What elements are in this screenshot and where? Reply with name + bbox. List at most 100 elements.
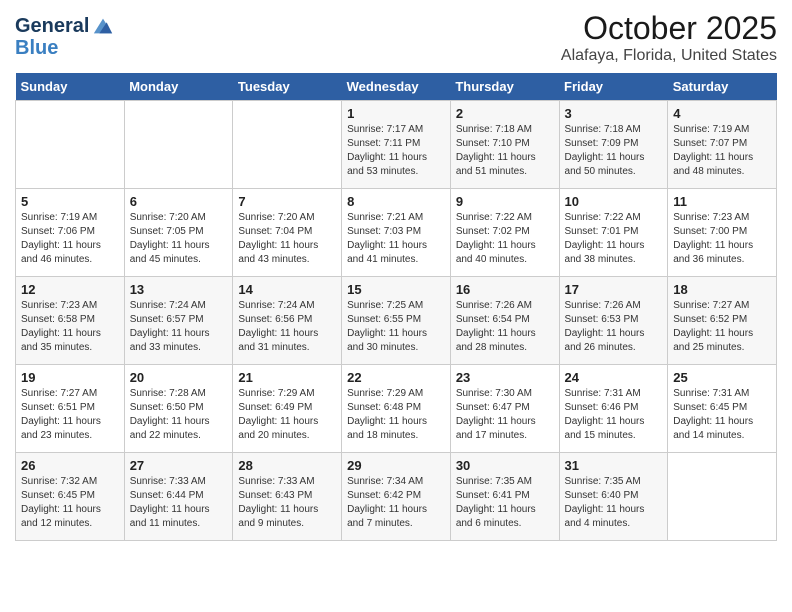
- day-number: 28: [238, 458, 336, 473]
- logo-icon: [92, 15, 114, 37]
- calendar-cell: 6Sunrise: 7:20 AMSunset: 7:05 PMDaylight…: [124, 189, 233, 277]
- day-number: 16: [456, 282, 554, 297]
- day-number: 4: [673, 106, 771, 121]
- day-info: Sunrise: 7:18 AMSunset: 7:09 PMDaylight:…: [565, 123, 663, 179]
- calendar-cell: 11 Sunrise: 7:23 AMSunset: 7:00 PMDayligh…: [668, 189, 777, 277]
- day-info: Sunrise: 7:30 AMSunset: 6:47 PMDaylight:…: [456, 387, 554, 443]
- day-number: 27: [130, 458, 228, 473]
- calendar-cell: 31 Sunrise: 7:35 AMSunset: 6:40 PMDayligh…: [559, 453, 668, 541]
- calendar-cell: 15Sunrise: 7:25 AMSunset: 6:55 PMDayligh…: [342, 277, 451, 365]
- calendar-cell: [16, 101, 125, 189]
- day-number: 30: [456, 458, 554, 473]
- calendar-cell: 9 Sunrise: 7:22 AMSunset: 7:02 PMDaylight…: [450, 189, 559, 277]
- calendar-cell: 22Sunrise: 7:29 AMSunset: 6:48 PMDayligh…: [342, 365, 451, 453]
- calendar-cell: 23Sunrise: 7:30 AMSunset: 6:47 PMDayligh…: [450, 365, 559, 453]
- calendar-cell: 7Sunrise: 7:20 AMSunset: 7:04 PMDaylight…: [233, 189, 342, 277]
- day-number: 10: [565, 194, 663, 209]
- logo-text: General: [15, 15, 89, 37]
- day-number: 17: [565, 282, 663, 297]
- day-number: 9: [456, 194, 554, 209]
- day-number: 2: [456, 106, 554, 121]
- calendar-cell: [233, 101, 342, 189]
- calendar-header-row: SundayMondayTuesdayWednesdayThursdayFrid…: [16, 73, 777, 101]
- header-saturday: Saturday: [668, 73, 777, 101]
- calendar-cell: 16 Sunrise: 7:26 AMSunset: 6:54 PMDayligh…: [450, 277, 559, 365]
- logo: General Blue: [15, 15, 114, 59]
- calendar-cell: 12 Sunrise: 7:23 AMSunset: 6:58 PMDayligh…: [16, 277, 125, 365]
- day-info: Sunrise: 7:27 AMSunset: 6:51 PMDaylight:…: [21, 387, 119, 443]
- day-info: Sunrise: 7:33 AMSunset: 6:44 PMDaylight:…: [130, 475, 228, 531]
- calendar-cell: 30 Sunrise: 7:35 AMSunset: 6:41 PMDayligh…: [450, 453, 559, 541]
- page-subtitle: Alafaya, Florida, United States: [561, 47, 777, 65]
- day-info: Sunrise: 7:29 AMSunset: 6:49 PMDaylight:…: [238, 387, 336, 443]
- header-wednesday: Wednesday: [342, 73, 451, 101]
- day-info: Sunrise: 7:33 AMSunset: 6:43 PMDaylight:…: [238, 475, 336, 531]
- calendar-cell: [668, 453, 777, 541]
- day-info: Sunrise: 7:35 AMSunset: 6:40 PMDaylight:…: [565, 475, 663, 531]
- day-info: Sunrise: 7:23 AMSunset: 7:00 PMDaylight:…: [673, 211, 771, 267]
- header-friday: Friday: [559, 73, 668, 101]
- day-number: 24: [565, 370, 663, 385]
- day-number: 29: [347, 458, 445, 473]
- day-number: 1: [347, 106, 445, 121]
- logo-text-blue: Blue: [15, 37, 58, 59]
- day-info: Sunrise: 7:34 AMSunset: 6:42 PMDaylight:…: [347, 475, 445, 531]
- calendar-cell: 29 Sunrise: 7:34 AMSunset: 6:42 PMDayligh…: [342, 453, 451, 541]
- calendar-cell: 26 Sunrise: 7:32 AMSunset: 6:45 PMDayligh…: [16, 453, 125, 541]
- day-number: 18: [673, 282, 771, 297]
- day-number: 11: [673, 194, 771, 209]
- calendar-cell: 3Sunrise: 7:18 AMSunset: 7:09 PMDaylight…: [559, 101, 668, 189]
- calendar-cell: 21 Sunrise: 7:29 AMSunset: 6:49 PMDayligh…: [233, 365, 342, 453]
- day-info: Sunrise: 7:31 AMSunset: 6:45 PMDaylight:…: [673, 387, 771, 443]
- calendar-cell: [124, 101, 233, 189]
- calendar-week-row: 26 Sunrise: 7:32 AMSunset: 6:45 PMDayligh…: [16, 453, 777, 541]
- calendar-cell: 13Sunrise: 7:24 AMSunset: 6:57 PMDayligh…: [124, 277, 233, 365]
- header-sunday: Sunday: [16, 73, 125, 101]
- calendar-cell: 18 Sunrise: 7:27 AMSunset: 6:52 PMDayligh…: [668, 277, 777, 365]
- day-info: Sunrise: 7:23 AMSunset: 6:58 PMDaylight:…: [21, 299, 119, 355]
- calendar-cell: 8 Sunrise: 7:21 AMSunset: 7:03 PMDaylight…: [342, 189, 451, 277]
- day-number: 8: [347, 194, 445, 209]
- calendar-cell: 10Sunrise: 7:22 AMSunset: 7:01 PMDayligh…: [559, 189, 668, 277]
- calendar-week-row: 12 Sunrise: 7:23 AMSunset: 6:58 PMDayligh…: [16, 277, 777, 365]
- day-info: Sunrise: 7:19 AMSunset: 7:07 PMDaylight:…: [673, 123, 771, 179]
- day-info: Sunrise: 7:31 AMSunset: 6:46 PMDaylight:…: [565, 387, 663, 443]
- calendar-week-row: 1Sunrise: 7:17 AMSunset: 7:11 PMDaylight…: [16, 101, 777, 189]
- day-info: Sunrise: 7:35 AMSunset: 6:41 PMDaylight:…: [456, 475, 554, 531]
- day-number: 31: [565, 458, 663, 473]
- header-thursday: Thursday: [450, 73, 559, 101]
- calendar-cell: 14Sunrise: 7:24 AMSunset: 6:56 PMDayligh…: [233, 277, 342, 365]
- day-number: 5: [21, 194, 119, 209]
- calendar-cell: 28 Sunrise: 7:33 AMSunset: 6:43 PMDayligh…: [233, 453, 342, 541]
- calendar-cell: 17 Sunrise: 7:26 AMSunset: 6:53 PMDayligh…: [559, 277, 668, 365]
- calendar-table: SundayMondayTuesdayWednesdayThursdayFrid…: [15, 73, 777, 541]
- calendar-cell: 2 Sunrise: 7:18 AMSunset: 7:10 PMDaylight…: [450, 101, 559, 189]
- day-number: 20: [130, 370, 228, 385]
- day-number: 7: [238, 194, 336, 209]
- day-info: Sunrise: 7:24 AMSunset: 6:57 PMDaylight:…: [130, 299, 228, 355]
- day-info: Sunrise: 7:28 AMSunset: 6:50 PMDaylight:…: [130, 387, 228, 443]
- day-info: Sunrise: 7:32 AMSunset: 6:45 PMDaylight:…: [21, 475, 119, 531]
- calendar-cell: 27 Sunrise: 7:33 AMSunset: 6:44 PMDayligh…: [124, 453, 233, 541]
- calendar-cell: 4 Sunrise: 7:19 AMSunset: 7:07 PMDaylight…: [668, 101, 777, 189]
- calendar-cell: 25Sunrise: 7:31 AMSunset: 6:45 PMDayligh…: [668, 365, 777, 453]
- day-number: 15: [347, 282, 445, 297]
- day-info: Sunrise: 7:21 AMSunset: 7:03 PMDaylight:…: [347, 211, 445, 267]
- day-info: Sunrise: 7:27 AMSunset: 6:52 PMDaylight:…: [673, 299, 771, 355]
- day-info: Sunrise: 7:22 AMSunset: 7:02 PMDaylight:…: [456, 211, 554, 267]
- day-info: Sunrise: 7:26 AMSunset: 6:54 PMDaylight:…: [456, 299, 554, 355]
- day-number: 6: [130, 194, 228, 209]
- calendar-cell: 5Sunrise: 7:19 AMSunset: 7:06 PMDaylight…: [16, 189, 125, 277]
- day-info: Sunrise: 7:24 AMSunset: 6:56 PMDaylight:…: [238, 299, 336, 355]
- day-info: Sunrise: 7:26 AMSunset: 6:53 PMDaylight:…: [565, 299, 663, 355]
- page-title: October 2025: [561, 10, 777, 47]
- calendar-cell: 19Sunrise: 7:27 AMSunset: 6:51 PMDayligh…: [16, 365, 125, 453]
- calendar-cell: 20 Sunrise: 7:28 AMSunset: 6:50 PMDayligh…: [124, 365, 233, 453]
- calendar-cell: 1Sunrise: 7:17 AMSunset: 7:11 PMDaylight…: [342, 101, 451, 189]
- day-info: Sunrise: 7:29 AMSunset: 6:48 PMDaylight:…: [347, 387, 445, 443]
- day-number: 26: [21, 458, 119, 473]
- header-monday: Monday: [124, 73, 233, 101]
- day-number: 12: [21, 282, 119, 297]
- day-info: Sunrise: 7:18 AMSunset: 7:10 PMDaylight:…: [456, 123, 554, 179]
- day-number: 21: [238, 370, 336, 385]
